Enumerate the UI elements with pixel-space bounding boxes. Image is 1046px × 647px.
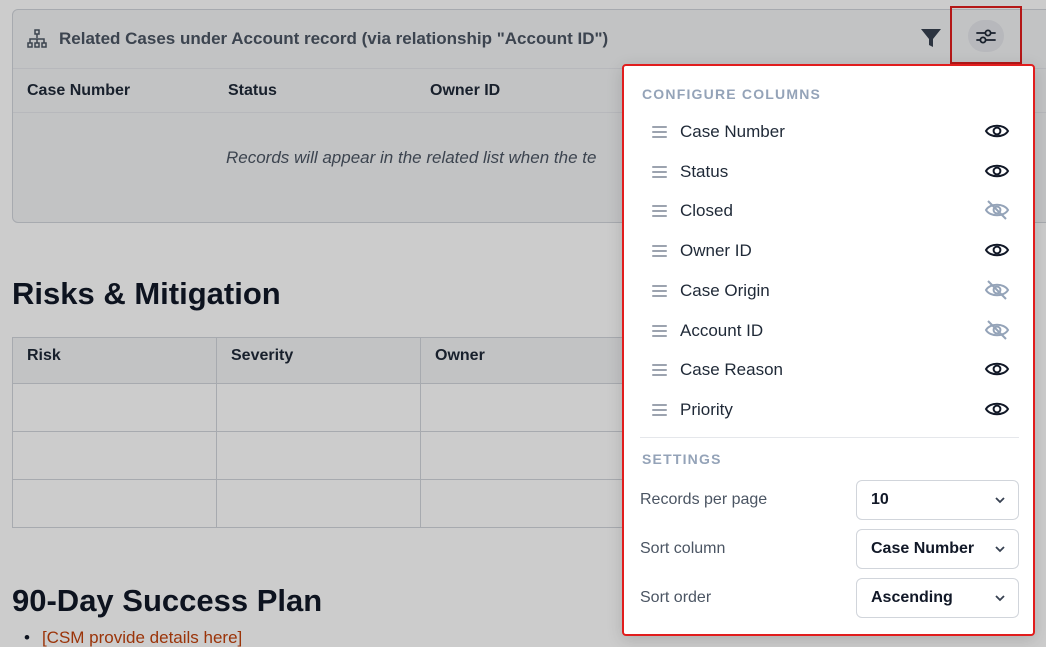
drag-handle-icon[interactable] [652, 165, 667, 178]
column-config-label: Case Origin [680, 280, 770, 300]
column-config-row[interactable]: Case Reason [624, 350, 1033, 390]
column-config-row[interactable]: Status [624, 152, 1033, 192]
drag-handle-icon[interactable] [652, 126, 667, 138]
settings-title: SETTINGS [642, 451, 722, 467]
drag-handle-icon[interactable] [652, 284, 667, 297]
drag-handle-icon[interactable] [652, 205, 667, 218]
sort-order-label: Sort order [640, 589, 712, 606]
sort-order-select[interactable]: Ascending [856, 578, 1019, 618]
drag-handle-icon[interactable] [652, 324, 667, 337]
configure-columns-title: CONFIGURE COLUMNS [642, 86, 822, 102]
column-config-row[interactable]: Case Number [624, 112, 1033, 152]
column-config-label: Status [680, 161, 729, 181]
records-per-page-label: Records per page [640, 491, 768, 508]
column-config-label: Account ID [680, 320, 764, 340]
column-config-row[interactable]: Case Origin [624, 271, 1033, 311]
column-config-row[interactable]: Account ID [624, 311, 1033, 351]
column-config-row[interactable]: Owner ID [624, 231, 1033, 271]
eye-off-icon[interactable] [984, 279, 1010, 301]
divider [640, 437, 1019, 438]
column-config-label: Owner ID [680, 241, 752, 261]
column-config-label: Priority [680, 399, 733, 419]
drag-handle-icon[interactable] [652, 245, 667, 258]
chevron-down-icon [995, 595, 1005, 602]
records-per-page-select[interactable]: 10 [856, 480, 1019, 520]
chevron-down-icon [995, 546, 1005, 553]
eye-off-icon[interactable] [984, 199, 1010, 221]
sort-order-value: Ascending [871, 589, 953, 606]
drag-handle-icon[interactable] [652, 364, 667, 377]
eye-icon[interactable] [984, 160, 1010, 182]
drag-handle-icon[interactable] [652, 403, 667, 416]
sort-column-value: Case Number [871, 540, 975, 557]
eye-icon[interactable] [984, 120, 1010, 142]
sort-column-label: Sort column [640, 540, 726, 557]
eye-icon[interactable] [984, 239, 1010, 261]
column-config-label: Case Number [680, 122, 785, 141]
records-per-page-value: 10 [871, 491, 889, 508]
column-config-label: Closed [680, 201, 733, 221]
configure-columns-panel: CONFIGURE COLUMNS Case Number Status Close… [622, 64, 1035, 636]
column-config-row[interactable]: Priority [624, 390, 1033, 430]
column-config-label: Case Reason [680, 360, 784, 380]
eye-icon[interactable] [984, 398, 1010, 420]
sort-column-select[interactable]: Case Number [856, 529, 1019, 569]
chevron-down-icon [995, 497, 1005, 504]
eye-icon[interactable] [984, 358, 1010, 380]
column-config-row[interactable]: Closed [624, 191, 1033, 231]
eye-off-icon[interactable] [984, 319, 1010, 341]
